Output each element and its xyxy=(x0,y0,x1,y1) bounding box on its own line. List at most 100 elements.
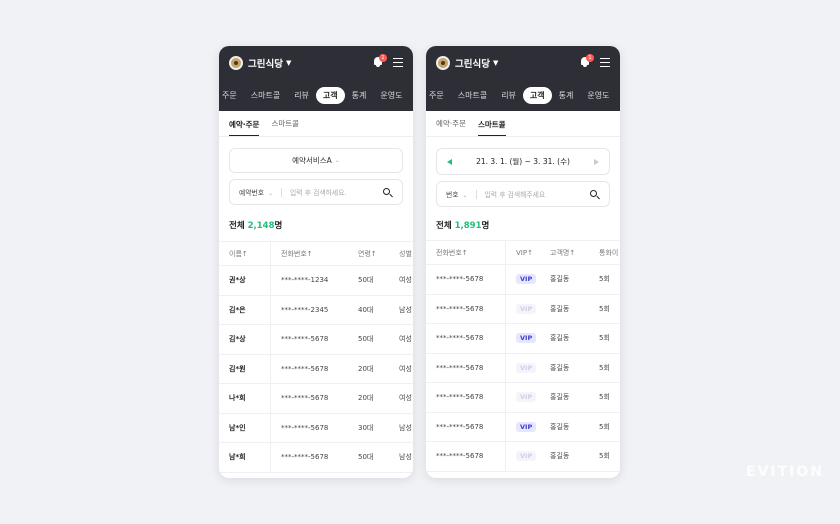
customer-name: 나*희 xyxy=(219,384,271,413)
search-icon[interactable] xyxy=(383,188,393,198)
prev-period-icon[interactable] xyxy=(447,158,452,165)
vip-badge[interactable]: VIP xyxy=(516,451,537,462)
search-type-select[interactable]: 번호 ⌄ xyxy=(446,189,468,199)
table-row[interactable]: ***-****-5678 VIP 홍길동 5회 xyxy=(426,265,620,295)
customer-name: 남*인 xyxy=(219,413,271,442)
call-count: 5회 xyxy=(599,363,610,372)
table-row[interactable]: ***-****-5678 VIP 홍길동 5회 xyxy=(426,442,620,472)
total-count-label: 전체 1,891명 xyxy=(436,221,490,231)
vip-badge[interactable]: VIP xyxy=(516,362,537,373)
caller-name: 홍길동 xyxy=(550,452,570,461)
customer-name: 김*은 xyxy=(219,295,271,324)
caller-name: 홍길동 xyxy=(550,363,570,372)
search-icon[interactable] xyxy=(590,190,600,200)
caller-phone: ***-****-5678 xyxy=(426,324,506,353)
customer-gender: 여성 xyxy=(399,276,412,285)
tab-stats[interactable]: 통계 xyxy=(345,90,374,101)
table-row[interactable]: 남*희 ***-****-5678 50대 남성 xyxy=(219,443,413,473)
tab-operation[interactable]: 운영도 xyxy=(580,90,616,101)
sub-tabs: 예약·주문 스마트콜 xyxy=(219,111,413,137)
total-count-label: 전체 2,148명 xyxy=(229,221,283,231)
call-count: 5회 xyxy=(599,422,610,431)
vip-badge[interactable]: VIP xyxy=(516,333,537,344)
customer-name: 김*원 xyxy=(219,354,271,383)
chevron-down-icon[interactable]: ▼ xyxy=(286,59,291,67)
chevron-down-icon: ⌄ xyxy=(334,157,340,164)
bell-icon[interactable]: 1 xyxy=(373,54,387,68)
tab-order[interactable]: 주문 xyxy=(426,90,451,101)
date-range[interactable]: 21. 3. 1. (월) ~ 3. 31. (수) xyxy=(476,156,570,167)
store-name[interactable]: 그린식당 xyxy=(455,56,490,70)
table-row[interactable]: ***-****-5678 VIP 홍길동 5회 xyxy=(426,353,620,383)
customer-phone: ***-****-5678 xyxy=(281,394,329,403)
menu-icon[interactable] xyxy=(600,58,610,67)
tab-smartcall[interactable]: 스마트콜 xyxy=(451,90,494,101)
search-input[interactable]: 입력 후 검색하세요. xyxy=(290,187,347,197)
subtab-reservation-order[interactable]: 예약·주문 xyxy=(436,118,466,136)
customer-phone: ***-****-2345 xyxy=(281,305,329,314)
customer-list-screen-smartcall: 그린식당 ▼ 1 주문 스마트콜 리뷰 고객 통계 운영도 예약·주문 스마트콜… xyxy=(426,46,620,478)
tab-stats[interactable]: 통계 xyxy=(552,90,581,101)
subtab-smartcall[interactable]: 스마트콜 xyxy=(477,119,506,136)
col-call-count[interactable]: 통화이 xyxy=(589,241,620,264)
search-input[interactable]: 입력 후 검색해주세요 xyxy=(485,189,546,199)
table-row[interactable]: ***-****-5678 VIP 홍길동 5회 xyxy=(426,324,620,354)
search-type-select[interactable]: 예약번호 ⌄ xyxy=(239,187,273,197)
table-row[interactable]: 권*상 ***-****-1234 50대 여성 xyxy=(219,266,413,296)
table-row[interactable]: 나*희 ***-****-5678 20대 여성 xyxy=(219,384,413,414)
customer-name: 권*상 xyxy=(219,266,271,295)
call-count: 5회 xyxy=(599,452,610,461)
caller-name: 홍길동 xyxy=(550,422,570,431)
table-row[interactable]: 김*상 ***-****-5678 50대 여성 xyxy=(219,325,413,355)
tab-customer[interactable]: 고객 xyxy=(315,87,345,104)
tab-customer[interactable]: 고객 xyxy=(522,87,552,104)
col-age[interactable]: 연령↑ xyxy=(348,242,389,265)
vip-badge[interactable]: VIP xyxy=(516,392,537,403)
total-count: 2,148 xyxy=(247,221,275,231)
chevron-down-icon[interactable]: ▼ xyxy=(493,59,498,67)
table-row[interactable]: 김*원 ***-****-5678 20대 여성 xyxy=(219,354,413,384)
col-gender[interactable]: 성별 xyxy=(389,242,413,265)
table-row[interactable]: 김*은 ***-****-2345 40대 남성 xyxy=(219,295,413,325)
caller-phone: ***-****-5678 xyxy=(426,442,506,471)
menu-icon[interactable] xyxy=(393,58,403,67)
col-name[interactable]: 이름↑ xyxy=(219,242,271,265)
customer-age: 20대 xyxy=(358,394,374,403)
tab-operation[interactable]: 운영도 xyxy=(373,90,409,101)
customer-gender: 여성 xyxy=(399,335,412,344)
main-nav: 주문 스마트콜 리뷰 고객 통계 운영도 xyxy=(426,80,620,111)
caller-phone: ***-****-5678 xyxy=(426,294,506,323)
table-row[interactable]: ***-****-5678 VIP 홍길동 5회 xyxy=(426,383,620,413)
subtab-smartcall[interactable]: 스마트콜 xyxy=(271,118,299,136)
store-logo xyxy=(436,56,450,70)
bell-icon[interactable]: 1 xyxy=(580,54,594,68)
call-count: 5회 xyxy=(599,275,610,284)
vip-badge[interactable]: VIP xyxy=(516,303,537,314)
table-row[interactable]: ***-****-5678 VIP 홍길동 5회 xyxy=(426,294,620,324)
next-period-icon[interactable] xyxy=(594,158,599,165)
vip-badge[interactable]: VIP xyxy=(516,421,537,432)
subtab-reservation-order[interactable]: 예약·주문 xyxy=(229,119,260,136)
store-name[interactable]: 그린식당 xyxy=(248,56,283,70)
sub-tabs: 예약·주문 스마트콜 xyxy=(426,111,620,137)
col-customer-name[interactable]: 고객명↑ xyxy=(540,241,589,264)
table-row[interactable]: ***-****-5678 VIP 홍길동 5회 xyxy=(426,412,620,442)
col-phone[interactable]: 전화번호↑ xyxy=(426,241,506,264)
vip-badge[interactable]: VIP xyxy=(516,274,537,285)
col-vip[interactable]: VIP↑ xyxy=(506,241,540,264)
tab-smartcall[interactable]: 스마트콜 xyxy=(244,90,287,101)
tab-order[interactable]: 주문 xyxy=(219,90,244,101)
col-phone[interactable]: 전화번호↑ xyxy=(271,242,348,265)
customer-table: 이름↑ 전화번호↑ 연령↑ 성별 권*상 ***-****-1234 50대 여성 김*… xyxy=(219,241,413,473)
tab-review[interactable]: 리뷰 xyxy=(494,90,523,101)
table-row[interactable]: 남*인 ***-****-5678 30대 남성 xyxy=(219,413,413,443)
service-select[interactable]: 예약서비스A ⌄ xyxy=(229,148,403,173)
caller-name: 홍길동 xyxy=(550,393,570,402)
call-count: 5회 xyxy=(599,304,610,313)
watermark: EVITION xyxy=(746,464,824,480)
customer-phone: ***-****-5678 xyxy=(281,423,329,432)
customer-phone: ***-****-5678 xyxy=(281,335,329,344)
customer-age: 50대 xyxy=(358,335,374,344)
tab-review[interactable]: 리뷰 xyxy=(287,90,316,101)
customer-phone: ***-****-5678 xyxy=(281,453,329,462)
